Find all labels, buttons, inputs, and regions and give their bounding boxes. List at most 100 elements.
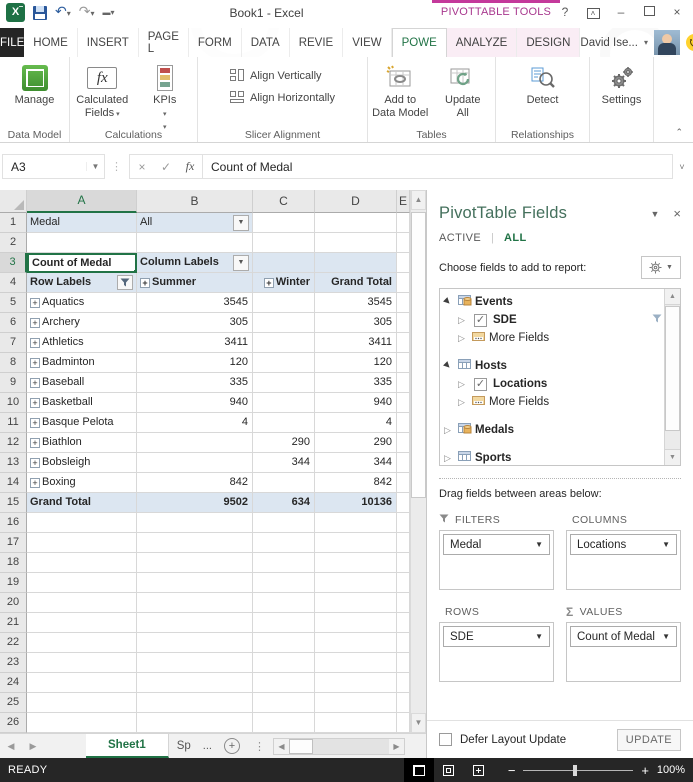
cell-B3[interactable]: Column Labels ▼: [137, 253, 253, 273]
row-header-24[interactable]: 24: [0, 673, 27, 693]
tab-file[interactable]: FILE: [0, 28, 25, 57]
cell-E14[interactable]: [397, 473, 410, 493]
cell-B12[interactable]: [137, 433, 253, 453]
cell-B23[interactable]: [137, 653, 253, 673]
cell-B1[interactable]: All ▼: [137, 213, 253, 233]
tab-data[interactable]: DATA: [241, 28, 290, 57]
cell-E8[interactable]: [397, 353, 410, 373]
cell-C9[interactable]: [253, 373, 315, 393]
expand-icon[interactable]: +: [30, 357, 40, 368]
row-header-5[interactable]: 5: [0, 293, 27, 313]
pane-tab-all[interactable]: ALL: [504, 232, 527, 244]
cell-B4[interactable]: + Summer: [137, 273, 253, 293]
cell-E17[interactable]: [397, 533, 410, 553]
user-dropdown-icon[interactable]: ▾: [644, 38, 648, 47]
cell-B2[interactable]: [137, 233, 253, 253]
field-table-sports[interactable]: ▷ Sports: [444, 449, 662, 465]
row-header-2[interactable]: 2: [0, 233, 27, 253]
new-sheet-button[interactable]: +: [223, 738, 240, 754]
cell-B6[interactable]: 305: [137, 313, 253, 333]
cell-D10[interactable]: 940: [315, 393, 397, 413]
field-filter-icon[interactable]: [652, 314, 662, 327]
row-header-13[interactable]: 13: [0, 453, 27, 473]
cell-C18[interactable]: [253, 553, 315, 573]
cell-C16[interactable]: [253, 513, 315, 533]
field-chip-medal[interactable]: Medal ▼: [443, 534, 550, 555]
cell-A15[interactable]: Grand Total: [27, 493, 137, 513]
cell-C20[interactable]: [253, 593, 315, 613]
zoom-in-icon[interactable]: +: [641, 763, 649, 778]
save-icon[interactable]: [33, 5, 47, 20]
button-align-horizontally[interactable]: Align Horizontally: [226, 89, 339, 107]
cell-A21[interactable]: [27, 613, 137, 633]
expand-icon[interactable]: ▷: [458, 397, 468, 408]
cell-B5[interactable]: 3545: [137, 293, 253, 313]
field-item-locations[interactable]: ▷ ✓ Locations: [444, 375, 662, 393]
page-break-view-button[interactable]: [464, 758, 494, 782]
cell-C24[interactable]: [253, 673, 315, 693]
cell-E4[interactable]: [397, 273, 410, 293]
maximize-button[interactable]: [637, 2, 661, 22]
cell-B19[interactable]: [137, 573, 253, 593]
pane-tab-active[interactable]: ACTIVE: [439, 232, 481, 244]
expand-icon[interactable]: +: [30, 397, 40, 408]
signed-in-user[interactable]: David Ise...: [580, 37, 638, 49]
cell-B18[interactable]: [137, 553, 253, 573]
zoom-slider[interactable]: [523, 764, 634, 776]
cell-C19[interactable]: [253, 573, 315, 593]
expand-icon[interactable]: +: [30, 377, 40, 388]
undo-icon[interactable]: ↶▾: [55, 4, 71, 21]
area-box-rows[interactable]: SDE ▼: [439, 622, 554, 682]
expand-icon[interactable]: +: [30, 317, 40, 328]
cell-A26[interactable]: [27, 713, 137, 733]
cell-E20[interactable]: [397, 593, 410, 613]
cell-E6[interactable]: [397, 313, 410, 333]
cell-C26[interactable]: [253, 713, 315, 733]
cell-E19[interactable]: [397, 573, 410, 593]
collapse-icon[interactable]: ▶: [442, 295, 455, 308]
cell-E9[interactable]: [397, 373, 410, 393]
cell-A11[interactable]: + Basque Pelota: [27, 413, 137, 433]
button-kpis[interactable]: KPIs ▾ ▾: [135, 61, 196, 134]
row-header-21[interactable]: 21: [0, 613, 27, 633]
row-header-14[interactable]: 14: [0, 473, 27, 493]
cell-A6[interactable]: + Archery: [27, 313, 137, 333]
field-item-sde[interactable]: ▷ ✓ SDE: [444, 311, 662, 329]
cell-C3[interactable]: [253, 253, 315, 273]
cell-E24[interactable]: [397, 673, 410, 693]
cell-A7[interactable]: + Athletics: [27, 333, 137, 353]
horizontal-scrollbar[interactable]: ◀ ▶: [272, 737, 405, 755]
button-settings[interactable]: Settings: [592, 61, 651, 107]
zoom-out-icon[interactable]: −: [508, 763, 516, 778]
cell-C14[interactable]: [253, 473, 315, 493]
field-item-more-fields[interactable]: ▷ More Fields: [444, 329, 662, 347]
cell-D22[interactable]: [315, 633, 397, 653]
column-header-D[interactable]: D: [315, 190, 397, 213]
cell-A17[interactable]: [27, 533, 137, 553]
cell-C10[interactable]: [253, 393, 315, 413]
row-header-18[interactable]: 18: [0, 553, 27, 573]
scroll-right-icon[interactable]: ▶: [388, 738, 404, 754]
field-table-medals[interactable]: ▷ Medals: [444, 421, 662, 439]
cell-C17[interactable]: [253, 533, 315, 553]
row-labels-filter-icon[interactable]: [117, 275, 133, 290]
cell-D25[interactable]: [315, 693, 397, 713]
help-button[interactable]: ?: [553, 2, 577, 22]
row-header-15[interactable]: 15: [0, 493, 27, 513]
update-button[interactable]: UPDATE: [616, 728, 681, 751]
tools-gear-button[interactable]: ▼: [641, 256, 681, 279]
close-button[interactable]: ×: [665, 2, 689, 22]
cell-E26[interactable]: [397, 713, 410, 733]
cell-C12[interactable]: 290: [253, 433, 315, 453]
row-header-10[interactable]: 10: [0, 393, 27, 413]
row-header-3[interactable]: 3: [0, 253, 27, 273]
expand-icon[interactable]: +: [30, 457, 40, 468]
field-list-scrollbar[interactable]: ▲ ▼: [664, 289, 680, 465]
tab-powe[interactable]: POWE: [391, 28, 447, 57]
area-box-filters[interactable]: Medal ▼: [439, 530, 554, 590]
user-avatar[interactable]: [653, 30, 680, 55]
row-header-4[interactable]: 4: [0, 273, 27, 293]
tab-page-l[interactable]: PAGE L: [138, 28, 189, 57]
chip-dropdown-icon[interactable]: ▼: [535, 540, 543, 549]
cell-A14[interactable]: + Boxing: [27, 473, 137, 493]
